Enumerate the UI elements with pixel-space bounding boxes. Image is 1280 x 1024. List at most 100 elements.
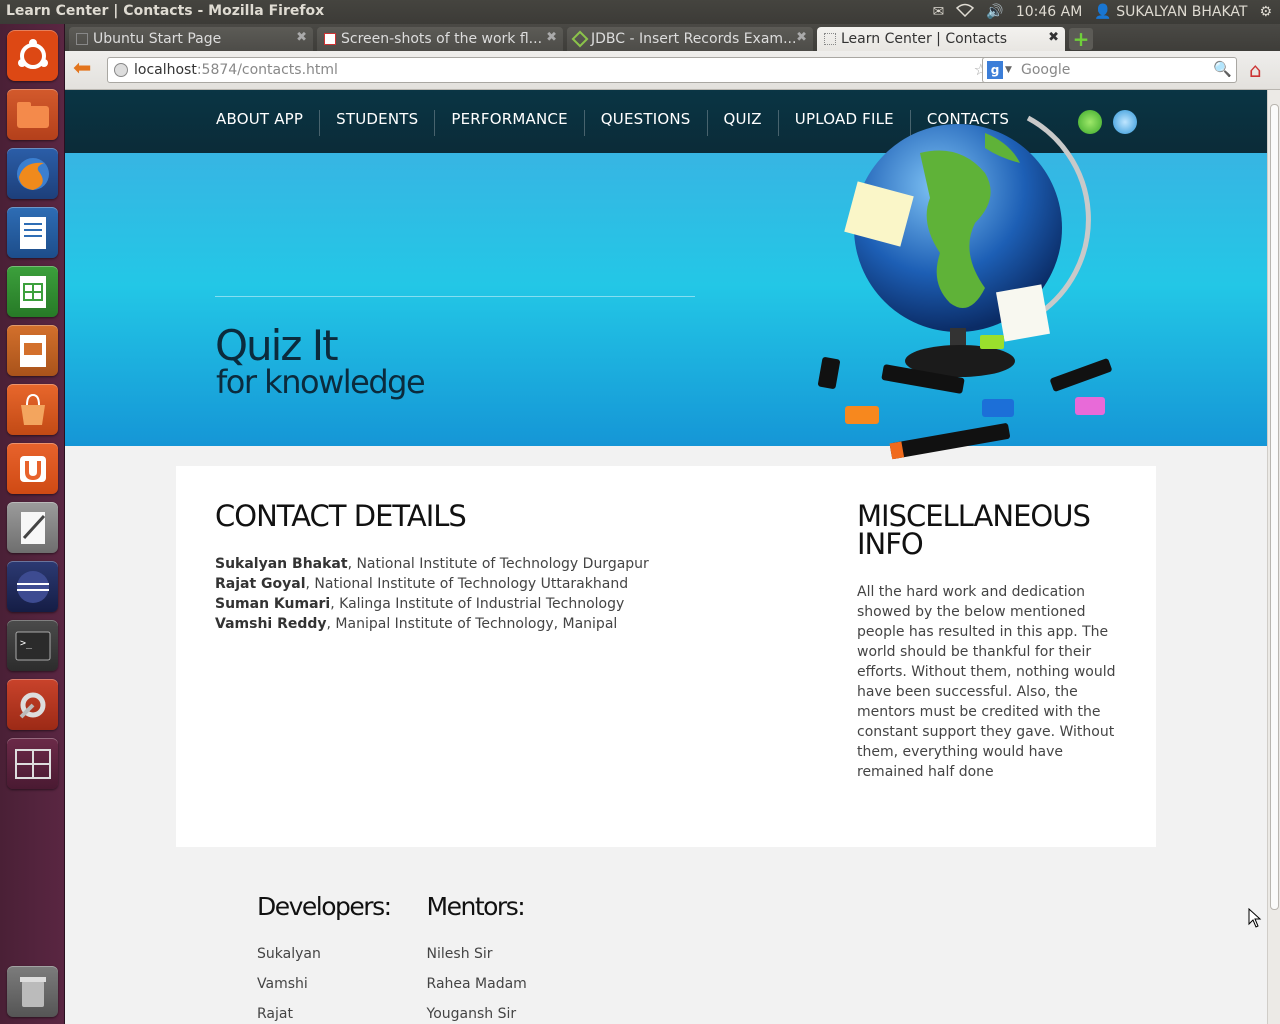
impress-icon[interactable] [7, 325, 58, 376]
tab-ubuntu-start[interactable]: Ubuntu Start Page ✖ [69, 27, 313, 51]
gmail-icon [324, 33, 336, 45]
contact-name: Sukalyan Bhakat [215, 556, 348, 572]
search-placeholder: Google [1021, 62, 1071, 78]
contact-institute: , National Institute of Technology Durga… [347, 556, 649, 572]
contact-name: Vamshi Reddy [215, 616, 327, 632]
url-path: :5874/contacts.html [196, 62, 338, 78]
close-icon[interactable]: ✖ [546, 30, 557, 45]
google-icon[interactable]: g [987, 61, 1003, 79]
tab-label: Learn Center | Contacts [841, 31, 1008, 47]
writer-icon[interactable] [7, 207, 58, 258]
banner-divider [215, 296, 695, 297]
contact-institute: , National Institute of Technology Uttar… [305, 576, 629, 592]
contact-name: Rajat Goyal [215, 576, 306, 592]
close-icon[interactable]: ✖ [1048, 30, 1059, 45]
main-content-panel: CONTACT DETAILS Sukalyan Bhakat, Nationa… [176, 466, 1156, 847]
misc-heading-line2: INFO [857, 527, 924, 561]
close-icon[interactable]: ✖ [796, 30, 807, 45]
tab-label: Ubuntu Start Page [93, 31, 222, 47]
plus-icon: + [1072, 27, 1090, 51]
mail-icon[interactable]: ✉ [933, 4, 945, 20]
files-icon[interactable] [7, 89, 58, 140]
menu-students[interactable]: STUDENTS [319, 110, 434, 136]
clock[interactable]: 10:46 AM [1016, 4, 1082, 20]
page-icon [76, 33, 88, 45]
svg-text:>_: >_ [20, 638, 33, 649]
credits-section: Developers: Sukalyan Vamshi Rajat Mentor… [257, 892, 527, 1024]
tab-label: Screen-shots of the work fl... [341, 31, 543, 47]
search-input[interactable]: g ▼ Google 🔍 [982, 57, 1237, 83]
text-editor-icon[interactable] [7, 502, 58, 553]
system-tray: ✉ 🔊 10:46 AM 👤 SUKALYAN BHAKAT ⚙ [933, 3, 1272, 21]
tab-jdbc[interactable]: JDBC - Insert Records Exam... ✖ [567, 27, 813, 51]
contact-row: Vamshi Reddy, Manipal Institute of Techn… [215, 614, 735, 634]
tab-label: JDBC - Insert Records Exam... [591, 31, 797, 47]
contact-heading: CONTACT DETAILS [215, 499, 467, 533]
contact-row: Sukalyan Bhakat, National Institute of T… [215, 554, 735, 574]
contact-list: Sukalyan Bhakat, National Institute of T… [215, 554, 735, 634]
contact-row: Suman Kumari, Kalinga Institute of Indus… [215, 594, 735, 614]
slogan-subtitle: for knowledge [216, 363, 426, 401]
back-arrow-icon: ⬅ [73, 56, 92, 81]
developers-heading: Developers: [257, 892, 392, 921]
contact-details-section: CONTACT DETAILS Sukalyan Bhakat, Nationa… [215, 502, 735, 634]
menu-quiz[interactable]: QUIZ [706, 110, 778, 136]
software-center-icon[interactable] [7, 384, 58, 435]
search-engine-dropdown-icon[interactable]: ▼ [1005, 65, 1012, 75]
ubuntu-dash-icon[interactable] [7, 30, 58, 81]
user-icon: 👤 [1094, 4, 1112, 20]
firefox-icon[interactable] [7, 148, 58, 199]
system-top-bar: Learn Center | Contacts - Mozilla Firefo… [0, 0, 1280, 24]
diamond-icon [571, 30, 589, 48]
mentor-name: Nilesh Sir [426, 946, 493, 962]
back-button[interactable]: ⬅ [73, 56, 92, 81]
developer-name: Rajat [257, 1006, 293, 1022]
ubuntu-one-icon[interactable] [7, 443, 58, 494]
system-settings-icon[interactable] [7, 679, 58, 730]
trash-icon[interactable] [7, 966, 58, 1017]
menu-questions[interactable]: QUESTIONS [583, 110, 707, 136]
workspace-switcher-icon[interactable] [7, 738, 58, 789]
tab-strip: Ubuntu Start Page ✖ Screen-shots of the … [65, 24, 1280, 51]
new-tab-button[interactable]: + [1069, 28, 1093, 50]
contact-institute: , Kalinga Institute of Industrial Techno… [330, 596, 625, 612]
menu-about-app[interactable]: ABOUT APP [210, 110, 319, 136]
user-menu[interactable]: 👤 SUKALYAN BHAKAT [1094, 4, 1247, 20]
navigation-toolbar: ⬅ localhost:5874/contacts.html ☆ ▼ ⟳ g ▼… [65, 51, 1280, 90]
contact-row: Rajat Goyal, National Institute of Techn… [215, 574, 735, 594]
contact-name: Suman Kumari [215, 596, 331, 612]
hero-banner: Quiz It for knowledge [65, 115, 1267, 460]
mentor-name: Yougansh Sir [426, 1006, 517, 1022]
home-button[interactable]: ⌂ [1249, 58, 1262, 82]
developer-name: Vamshi [257, 976, 308, 992]
developer-name: Sukalyan [257, 946, 321, 962]
search-icon[interactable]: 🔍 [1213, 60, 1232, 78]
tab-learn-center[interactable]: Learn Center | Contacts ✖ [817, 27, 1065, 51]
misc-text: All the hard work and dedication showed … [857, 584, 1116, 780]
user-name: SUKALYAN BHAKAT [1116, 4, 1248, 20]
page-icon [824, 33, 836, 45]
mentors-column: Mentors: Nilesh Sir Rahea Madam Yougansh… [427, 892, 527, 1024]
developers-column: Developers: Sukalyan Vamshi Rajat [257, 892, 392, 1024]
url-bar[interactable]: localhost:5874/contacts.html ☆ ▼ ⟳ [107, 57, 1037, 83]
site-identity-icon[interactable] [114, 63, 128, 77]
eclipse-icon[interactable] [7, 561, 58, 612]
gear-icon[interactable]: ⚙ [1259, 4, 1272, 20]
mentor-name: Rahea Madam [426, 976, 527, 992]
terminal-icon[interactable]: >_ [7, 620, 58, 671]
scrollbar-thumb[interactable] [1270, 104, 1279, 910]
wifi-icon[interactable] [956, 3, 975, 21]
unity-launcher: >_ [0, 24, 65, 1024]
web-page: ABOUT APP STUDENTS PERFORMANCE QUESTIONS… [65, 90, 1267, 1024]
page-scrollbar[interactable] [1267, 90, 1280, 1024]
globe-illustration [818, 115, 1112, 460]
volume-icon[interactable]: 🔊 [986, 4, 1003, 20]
contact-institute: , Manipal Institute of Technology, Manip… [326, 616, 618, 632]
misc-heading: MISCELLANEOUS INFO [857, 502, 1127, 561]
menu-performance[interactable]: PERFORMANCE [434, 110, 583, 136]
window-title: Learn Center | Contacts - Mozilla Firefo… [6, 3, 325, 19]
tab-screenshots[interactable]: Screen-shots of the work fl... ✖ [317, 27, 563, 51]
url-host: localhost [134, 62, 197, 78]
calc-icon[interactable] [7, 266, 58, 317]
close-icon[interactable]: ✖ [296, 30, 307, 45]
